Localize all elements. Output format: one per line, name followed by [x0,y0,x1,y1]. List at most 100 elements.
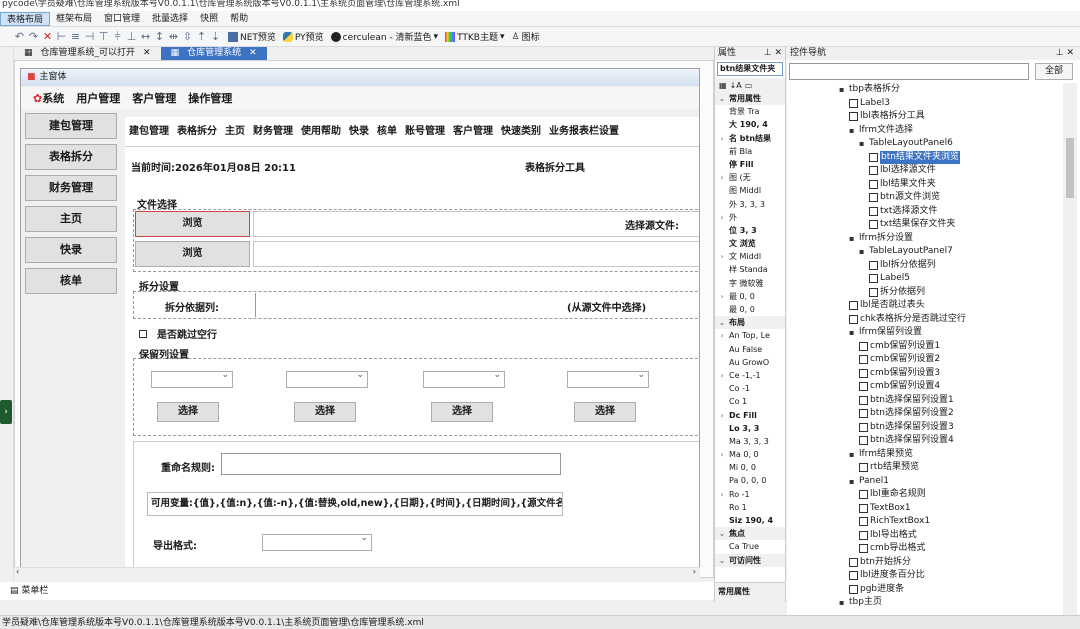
tree-node[interactable]: ▪ Panel1 [849,475,889,489]
form-tab-3[interactable]: 财务管理 [249,118,297,146]
tree-node[interactable]: RichTextBox1 [859,515,930,529]
tree-node[interactable]: ▪ TableLayoutPanel7 [859,245,953,259]
tree-node[interactable]: rtb结果预览 [859,461,919,475]
form-tab-7[interactable]: 账号管理 [401,118,449,146]
property-row[interactable]: › Ma 0, 0 [715,448,785,461]
node-checkbox[interactable] [859,409,868,419]
categorized-icon[interactable]: ▦ [719,81,727,90]
tree-node[interactable]: Label5 [869,272,910,286]
align-right-icon[interactable]: ⊣ [84,29,95,45]
align-top-icon[interactable]: ⊤ [98,29,109,45]
property-row[interactable]: › Ce -1,-1 [715,369,785,382]
property-row[interactable]: › Ro -1 [715,488,785,501]
property-row[interactable]: 停 Fill [715,158,785,171]
tree-node[interactable]: 拆分依据列 [869,286,925,300]
tree-node[interactable]: ▪ lfrm保留列设置 [849,326,922,340]
tree-node[interactable]: txt结果保存文件夹 [869,218,955,232]
property-row[interactable]: 前 Bla [715,145,785,158]
tree-node[interactable]: ▪ tbp主页 [839,596,882,610]
tree-node[interactable]: TextBox1 [859,502,911,516]
tree-node[interactable]: lbl是否跳过表头 [849,299,925,313]
tree-node[interactable]: cmb保留列设置2 [859,353,940,367]
tree-node[interactable]: cmb保留列设置3 [859,367,940,381]
expand-icon[interactable]: ⌄ [715,554,729,567]
align-center-icon[interactable]: ≡ [70,29,81,45]
tree-node[interactable]: lbl进度条百分比 [849,569,925,583]
nav-button-0[interactable]: 建包管理 [25,113,117,139]
collapse-icon[interactable]: ▪ [839,596,847,610]
keep-col-select-button-4[interactable]: 选择 [574,402,636,422]
form-tab-5[interactable]: 快录 [345,118,373,146]
property-row[interactable]: Ro 1 [715,501,785,514]
same-height-icon[interactable]: ↕ [154,29,165,45]
property-row[interactable]: Mi 0, 0 [715,461,785,474]
collapse-icon[interactable]: ▪ [859,137,867,151]
property-row[interactable]: › 最 0, 0 [715,290,785,303]
node-checkbox[interactable] [869,220,878,230]
doc-tab-1[interactable]: ▦ 仓库管理系统 ✕ [160,47,267,60]
node-checkbox[interactable] [859,355,868,365]
close-icon[interactable]: ✕ [143,47,151,60]
space-vertical-icon[interactable]: ⇳ [182,29,193,45]
property-row[interactable]: Ca True [715,540,785,553]
keep-col-combo-4[interactable] [567,370,649,388]
node-checkbox[interactable] [859,503,868,513]
nav-button-5[interactable]: 核单 [25,268,117,294]
tree-node[interactable]: lbl选择源文件 [869,164,936,178]
node-checkbox[interactable] [859,422,868,432]
menubar-component[interactable]: 菜单栏 [21,586,48,596]
keep-col-select-button-2[interactable]: 选择 [294,402,356,422]
tree-node[interactable]: btn开始拆分 [849,556,911,570]
form-menu-item-3[interactable]: 操作管理 [188,90,232,106]
property-row[interactable]: 位 3, 3 [715,224,785,237]
redo-icon[interactable]: ↷ [28,29,39,45]
property-category[interactable]: ⌄ 常用属性 [715,92,785,106]
property-row[interactable]: 最 0, 0 [715,303,785,316]
keep-col-combo-2[interactable] [286,370,368,388]
tree-node[interactable]: btn选择保留列设置1 [859,394,954,408]
form-tab-4[interactable]: 使用帮助 [297,118,345,146]
property-row[interactable]: › 文 Middl [715,250,785,263]
expand-icon[interactable]: ⌄ [715,316,729,329]
align-left-icon[interactable]: ⊢ [56,29,67,45]
net-preview-button[interactable]: NET预览 [228,30,276,43]
node-checkbox[interactable] [869,193,878,203]
tree-node[interactable]: ▪ TableLayoutPanel6 [859,137,953,151]
form-tab-0[interactable]: 建包管理 [125,118,173,146]
tree-node[interactable]: lbl重命名规则 [859,488,926,502]
tree-node[interactable]: ▪ lfrm结果预览 [849,448,913,462]
tree-node[interactable]: lbl表格拆分工具 [849,110,925,124]
node-checkbox[interactable] [859,530,868,540]
pin-icon[interactable]: ⊥ ✕ [1056,47,1074,60]
property-row[interactable]: 外 3, 3, 3 [715,198,785,211]
property-row[interactable]: › 图 (无 [715,171,785,184]
property-row[interactable]: 大 190, 4 [715,118,785,131]
tree-node[interactable]: lbl结果文件夹 [869,178,936,192]
node-checkbox[interactable] [859,436,868,446]
nav-button-3[interactable]: 主页 [25,206,117,232]
node-checkbox[interactable] [849,301,858,311]
collapse-icon[interactable]: ▪ [849,124,857,138]
property-row[interactable]: › Dc Fill [715,409,785,422]
property-row[interactable]: Co 1 [715,395,785,408]
expand-icon[interactable]: ⌄ [715,527,729,540]
tree-node[interactable]: chk表格拆分是否跳过空行 [849,313,966,327]
space-horizontal-icon[interactable]: ⇹ [168,29,179,45]
keep-col-select-button-1[interactable]: 选择 [157,402,219,422]
node-checkbox[interactable] [869,260,878,270]
property-row[interactable]: › 名 btn结果 [715,132,785,145]
menu-item-2[interactable]: 窗口管理 [98,12,146,26]
menu-item-4[interactable]: 快照 [194,12,224,26]
tree-node[interactable]: btn结果文件夹浏览 [869,150,960,164]
doc-tab-0[interactable]: ▦ 仓库管理系统_可以打开 ✕ [14,47,161,60]
collapse-icon[interactable]: ▪ [859,245,867,259]
browse-source-button[interactable]: 浏览 [135,241,250,267]
node-checkbox[interactable] [859,382,868,392]
icon-button[interactable]: ♙ 图标 [512,30,540,44]
tree-node[interactable]: btn源文件浏览 [869,191,940,205]
node-checkbox[interactable] [869,274,878,284]
property-row[interactable]: Lo 3, 3 [715,422,785,435]
property-row[interactable]: Ma 3, 3, 3 [715,435,785,448]
keep-col-select-button-3[interactable]: 选择 [431,402,493,422]
property-row[interactable]: Siz 190, 4 [715,514,785,527]
